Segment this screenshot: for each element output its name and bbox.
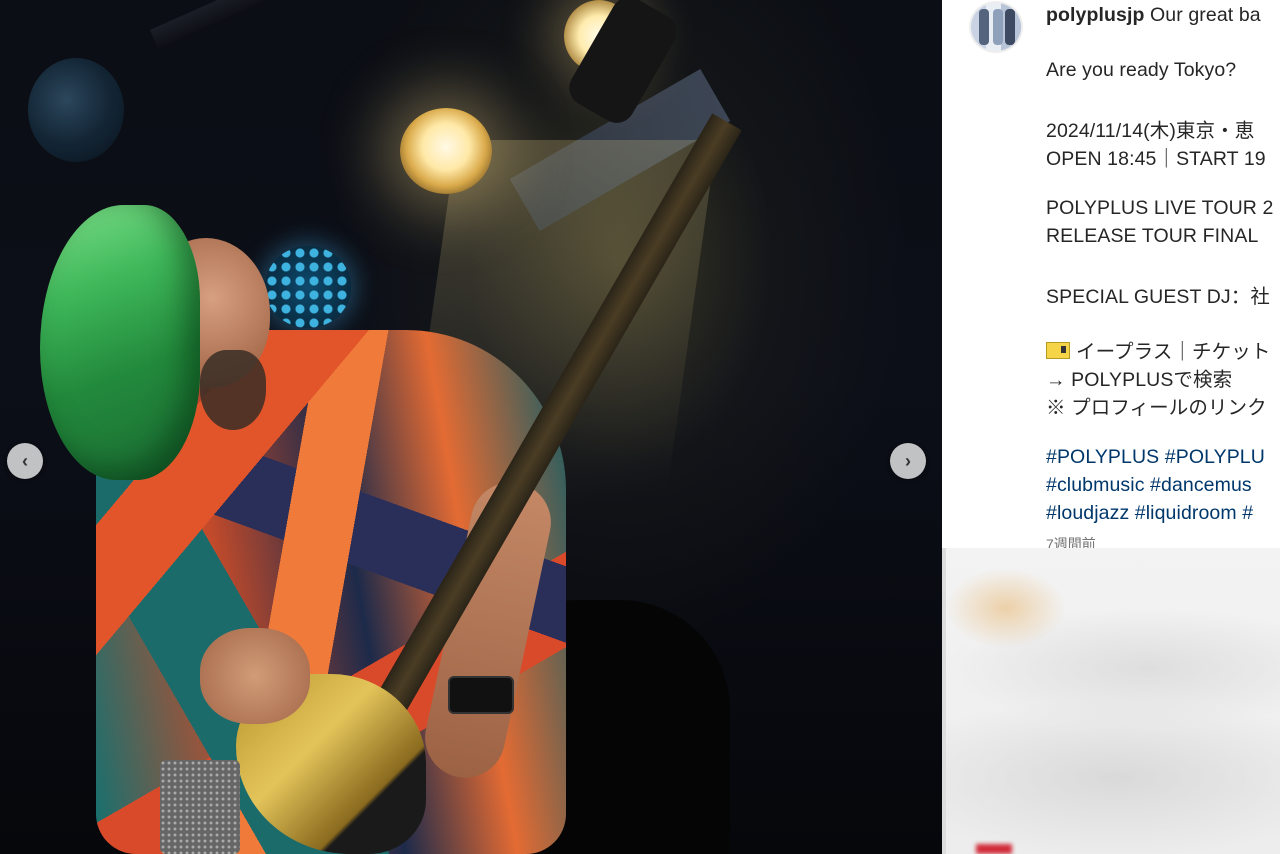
post-timestamp: 7週間前 xyxy=(1046,536,1096,548)
amp-grille xyxy=(160,760,240,854)
caption-text: イープラス｜チケット xyxy=(1076,341,1271,363)
blurred-region xyxy=(942,548,1280,854)
carousel-prev-button[interactable]: ‹ xyxy=(7,443,43,479)
caption-line: → POLYPLUSで検索 xyxy=(1046,369,1233,391)
green-hair xyxy=(40,205,200,480)
wristwatch xyxy=(448,676,514,714)
caption-line: Are you ready Tokyo? xyxy=(1046,59,1237,81)
caption-line: 2024/11/14(木)東京・恵 xyxy=(1046,120,1255,142)
caption-first-line: polyplusjp Our great ba xyxy=(1046,4,1261,27)
caption-line: ※ プロフィールのリンク xyxy=(1046,397,1267,419)
caption-line: OPEN 18:45｜START 19 xyxy=(1046,148,1266,170)
stage-light-globe xyxy=(28,58,124,162)
led-par-light xyxy=(265,246,351,328)
hashtag-line[interactable]: #POLYPLUS #POLYPLU xyxy=(1046,446,1265,469)
post-caption: polyplusjp Our great ba Are you ready To… xyxy=(942,0,1280,548)
performer-hand xyxy=(200,628,310,724)
caption-text: Our great ba xyxy=(1150,4,1261,26)
blurred-badge xyxy=(976,844,1012,854)
performer-beard xyxy=(200,350,266,430)
hashtag-line[interactable]: #loudjazz #liquidroom # xyxy=(1046,502,1253,525)
chevron-right-icon: › xyxy=(905,450,911,471)
caption-line: POLYPLUS LIVE TOUR 2 xyxy=(1046,197,1274,219)
chevron-left-icon: ‹ xyxy=(22,450,28,471)
carousel-next-button[interactable]: › xyxy=(890,443,926,479)
caption-line: SPECIAL GUEST DJ：社 xyxy=(1046,286,1270,308)
username-link[interactable]: polyplusjp xyxy=(1046,4,1145,26)
stage-light-bulb xyxy=(400,108,492,194)
caption-line: RELEASE TOUR FINAL xyxy=(1046,225,1259,247)
caption-line-ticket: イープラス｜チケット xyxy=(1046,335,1270,364)
ticket-icon xyxy=(1046,342,1070,359)
hashtag-line[interactable]: #clubmusic #dancemus xyxy=(1046,474,1252,497)
post-photo: ‹ › xyxy=(0,0,942,854)
avatar[interactable] xyxy=(969,1,1023,53)
